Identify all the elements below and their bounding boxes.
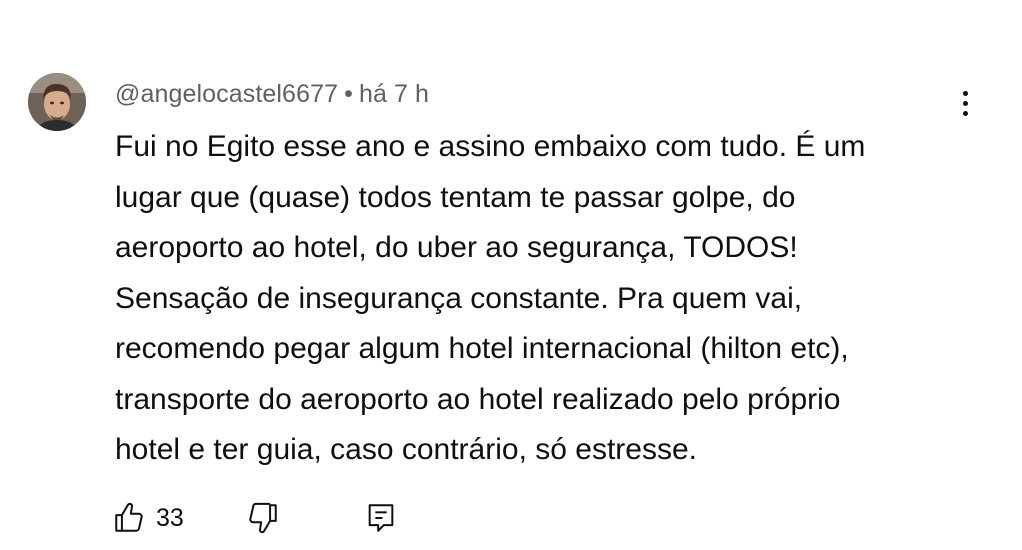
author-handle[interactable]: @angelocastel6677 bbox=[115, 80, 338, 108]
more-vertical-icon-dot bbox=[962, 110, 968, 116]
thumbs-up-icon bbox=[115, 502, 143, 532]
comment-body: Fui no Egito esse ano e assino embaixo c… bbox=[115, 130, 866, 466]
comment-thread: @angelocastel6677 • há 7 h Fui no Egito es… bbox=[0, 0, 1022, 550]
more-vertical-icon bbox=[962, 90, 968, 96]
thumbs-down-icon bbox=[249, 502, 277, 534]
like-button[interactable]: 33 bbox=[112, 496, 184, 540]
avatar[interactable] bbox=[28, 73, 86, 131]
more-vertical-icon-dot bbox=[962, 100, 968, 106]
like-count: 33 bbox=[156, 503, 184, 532]
comment-icon bbox=[368, 504, 394, 532]
more-options-button[interactable] bbox=[948, 86, 982, 120]
comment-header: @angelocastel6677 • há 7 h bbox=[115, 80, 429, 109]
reply-button[interactable] bbox=[364, 496, 398, 540]
dislike-button[interactable] bbox=[246, 496, 280, 540]
comment-timestamp[interactable]: há 7 h bbox=[359, 80, 429, 108]
avatar-image bbox=[28, 73, 86, 131]
meta-separator: • bbox=[344, 80, 353, 108]
